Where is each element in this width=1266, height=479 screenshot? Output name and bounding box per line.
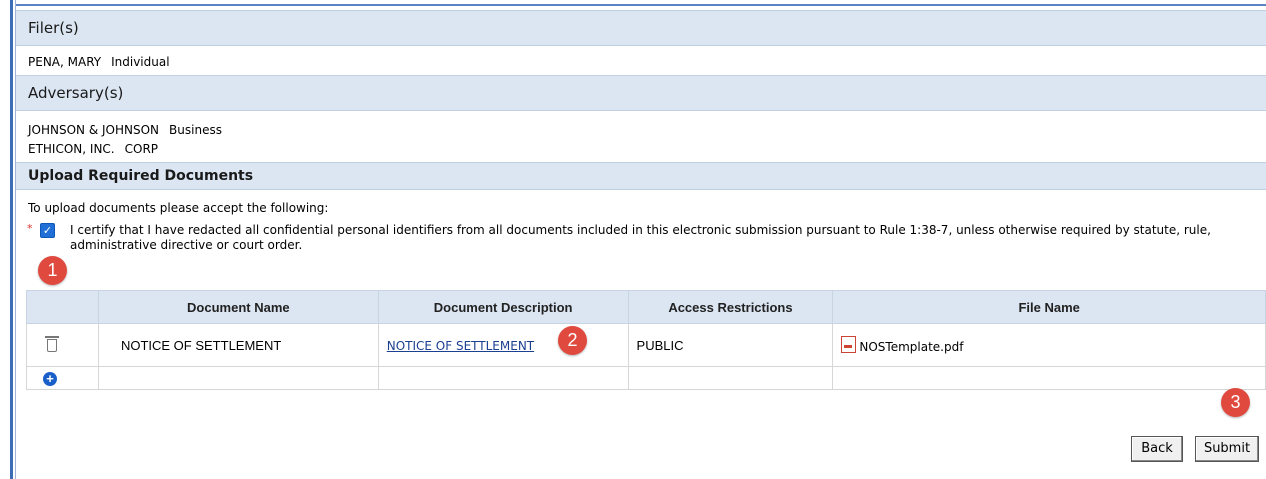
col-document-name: Document Name xyxy=(97,290,379,324)
add-row: + xyxy=(26,366,1266,390)
back-button[interactable]: Back xyxy=(1131,436,1183,462)
certify-text: I certify that I have redacted all confi… xyxy=(70,223,1211,252)
table-row: NOTICE OF SETTLEMENT NOTICE OF SETTLEMEN… xyxy=(26,323,1266,367)
adversaries-heading: Adversary(s) xyxy=(16,75,1266,111)
description-link[interactable]: NOTICE OF SETTLEMENT xyxy=(387,339,534,353)
filer-type: Individual xyxy=(111,55,170,69)
add-cell: + xyxy=(26,366,99,390)
col-document-description: Document Description xyxy=(377,290,629,324)
cell-file-name: NOSTemplate.pdf xyxy=(832,323,1266,367)
step-badge-3: 3 xyxy=(1221,388,1250,417)
case-form: Filer(s) PENA, MARY Individual Adversary(… xyxy=(16,4,1266,253)
filer-row: PENA, MARY Individual xyxy=(16,55,1266,75)
filers-heading: Filer(s) xyxy=(16,10,1266,46)
trash-icon[interactable] xyxy=(45,335,59,352)
submit-button[interactable]: Submit xyxy=(1195,436,1259,462)
cell-description: NOTICE OF SETTLEMENT xyxy=(377,323,629,367)
row-actions xyxy=(26,323,99,367)
documents-table: Document Name Document Description Acces… xyxy=(26,290,1266,390)
adversary-name: JOHNSON & JOHNSON xyxy=(28,123,160,137)
filer-name: PENA, MARY xyxy=(28,55,102,69)
adversary-name: ETHICON, INC. xyxy=(28,142,115,156)
certify-checkbox[interactable]: ✓ xyxy=(40,223,55,238)
cell-access: PUBLIC xyxy=(627,323,834,367)
required-marker: * xyxy=(27,222,33,235)
file-name-text: NOSTemplate.pdf xyxy=(859,340,964,354)
table-header-row: Document Name Document Description Acces… xyxy=(26,290,1266,324)
col-access-restrictions: Access Restrictions xyxy=(627,290,834,324)
adversary-type: Business xyxy=(169,123,222,137)
add-document-icon[interactable]: + xyxy=(43,371,57,386)
upload-intro: To upload documents please accept the fo… xyxy=(28,201,329,215)
adversary-row: ETHICON, INC. CORP xyxy=(16,142,1266,162)
cell-document-name: NOTICE OF SETTLEMENT xyxy=(97,323,379,367)
certification-row: * ✓ I certify that I have redacted all c… xyxy=(16,222,1266,253)
col-actions xyxy=(26,290,99,324)
adversary-row: JOHNSON & JOHNSON Business xyxy=(16,123,1266,142)
left-frame-border xyxy=(0,0,16,479)
col-file-name: File Name xyxy=(832,290,1266,324)
step-badge-1: 1 xyxy=(38,256,67,285)
adversary-type: CORP xyxy=(124,142,159,156)
upload-heading: Upload Required Documents xyxy=(16,162,1266,190)
pdf-file-icon xyxy=(841,336,857,353)
step-badge-2: 2 xyxy=(558,326,587,355)
